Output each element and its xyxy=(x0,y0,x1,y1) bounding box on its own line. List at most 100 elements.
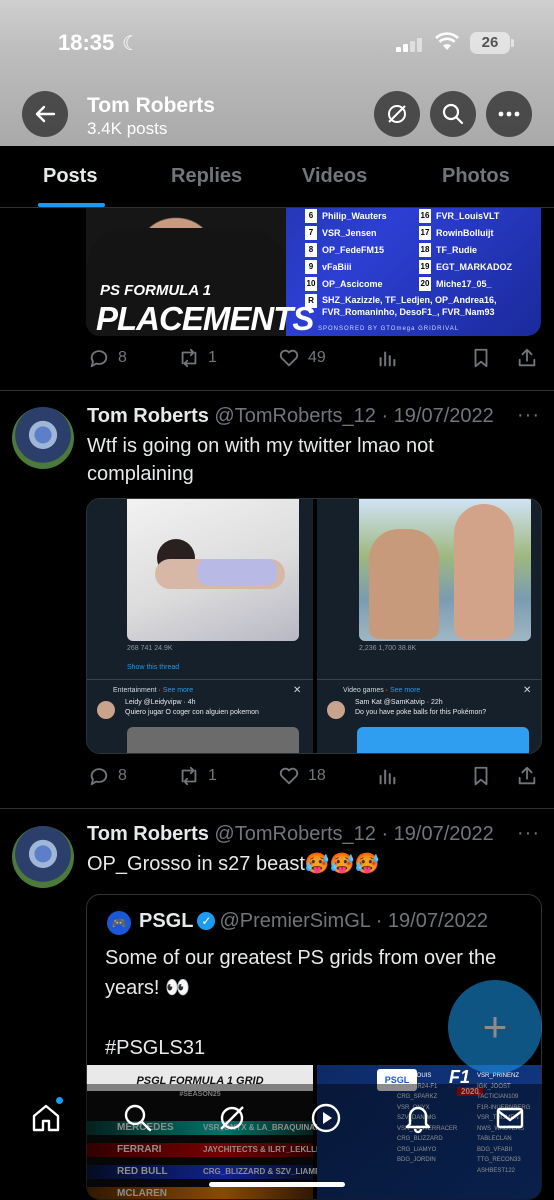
media-user: Leidy @Leidyvipw · 4h xyxy=(125,699,196,706)
media-image-right[interactable]: 2,236 1,700 38.8K Video games · See more… xyxy=(317,499,541,753)
category-label: Entertainment · xyxy=(113,687,163,694)
messages-mail-icon[interactable] xyxy=(494,1102,526,1134)
profile-tabs: Posts Replies Videos Photos xyxy=(0,146,554,208)
wifi-icon xyxy=(435,32,459,50)
position-number: 6 xyxy=(305,209,317,223)
media-image-left[interactable]: 268 741 24.9K Show this thread Entertain… xyxy=(87,499,313,753)
more-horizontal-icon xyxy=(498,111,520,117)
status-time: 18:35 xyxy=(58,30,115,55)
post-divider xyxy=(0,390,554,391)
tweet-text: OP_Grosso in s27 beast🥵🥵🥵 xyxy=(87,853,380,875)
like-button[interactable]: 49 xyxy=(278,347,326,369)
position-number: 7 xyxy=(305,226,317,240)
search-icon[interactable] xyxy=(122,1102,154,1134)
tweet-media[interactable]: 268 741 24.9K Show this thread Entertain… xyxy=(86,498,542,754)
status-bar: 18:35 ☾ 26 xyxy=(0,26,554,60)
driver-name: OP_Ascicome xyxy=(322,279,383,289)
profile-name: Tom Roberts xyxy=(87,94,215,117)
see-more-link: See more xyxy=(162,687,194,694)
repost-button[interactable]: 1 xyxy=(178,347,217,369)
avatar xyxy=(97,701,115,719)
quote-header: PSGL ✓ @PremierSimGL · 19/07/2022 xyxy=(139,910,488,933)
verified-badge-icon: ✓ xyxy=(197,912,216,930)
placements-row: 8 OP_FedeFM15 18 TF_Rudie xyxy=(305,242,535,259)
media-divider xyxy=(317,679,541,680)
position-number: 18 xyxy=(419,243,431,257)
post-actions: 8 1 49 xyxy=(86,347,542,373)
arrow-left-icon xyxy=(35,105,56,123)
tweet-header: Tom Roberts @TomRoberts_12 · 19/07/2022 xyxy=(87,405,494,428)
cellular-signal-icon xyxy=(396,36,424,52)
views-button[interactable] xyxy=(376,765,398,787)
home-indicator xyxy=(209,1182,345,1187)
close-icon: ✕ xyxy=(293,685,302,696)
driver-name: EGT_MARKADOZ xyxy=(436,262,512,272)
repost-icon xyxy=(181,348,197,368)
close-icon: ✕ xyxy=(523,685,532,696)
share-button[interactable] xyxy=(516,765,538,787)
media-text: Quiero jugar O coger con alguien pokemon xyxy=(125,709,259,716)
placements-sponsors: SPONSORED BY GTOmega GRIDRIVAL xyxy=(318,326,460,332)
tweet-more-icon[interactable]: ··· xyxy=(517,822,540,845)
notifications-bell-icon[interactable] xyxy=(402,1102,434,1134)
media-category: Video games · See more xyxy=(343,687,420,694)
media-stats: 268 741 24.9K xyxy=(127,645,173,652)
driver-name: RowinBolluijt xyxy=(436,228,494,238)
video-play-icon[interactable] xyxy=(310,1102,342,1134)
share-button[interactable] xyxy=(516,347,538,369)
like-button[interactable]: 18 xyxy=(278,765,326,787)
bookmark-button[interactable] xyxy=(470,765,492,787)
profile-post-count: 3.4K posts xyxy=(87,119,168,138)
compose-button[interactable]: + xyxy=(448,980,542,1074)
placements-row: 7 VSR_Jensen 17 RowinBolluijt xyxy=(305,225,535,242)
tweet-more-icon[interactable]: ··· xyxy=(517,404,540,427)
reserve-label: R xyxy=(305,294,317,308)
repost-count: 1 xyxy=(208,767,217,784)
tab-videos[interactable]: Videos xyxy=(302,165,367,188)
placements-grid: 6 Philip_Wauters 16 FVR_LouisVLT 7 VSR_Jens… xyxy=(305,208,535,276)
position-number: 9 xyxy=(305,260,317,274)
quote-handle-date: @PremierSimGL · 19/07/2022 xyxy=(219,910,489,932)
placements-title-line2: PLACEMENTS xyxy=(96,300,314,336)
tweet-handle-date: @TomRoberts_12 · 19/07/2022 xyxy=(214,823,494,845)
profile-header: 18:35 ☾ 26 Tom Roberts 3.4K posts xyxy=(0,0,554,146)
tab-photos[interactable]: Photos xyxy=(442,165,510,188)
search-button[interactable] xyxy=(430,91,476,137)
views-button[interactable] xyxy=(376,347,398,369)
bookmark-button[interactable] xyxy=(470,347,492,369)
media-text: Do you have poke balls for this Pokémon? xyxy=(355,709,487,716)
media-thumbnail xyxy=(127,727,299,753)
tab-replies[interactable]: Replies xyxy=(171,165,242,188)
tweet-author-name[interactable]: Tom Roberts xyxy=(87,405,209,427)
more-options-button[interactable] xyxy=(486,91,532,137)
home-icon[interactable] xyxy=(30,1102,62,1134)
reply-button[interactable]: 8 xyxy=(88,347,127,369)
position-number: 8 xyxy=(305,243,317,257)
avatar xyxy=(327,701,345,719)
do-not-disturb-icon: ☾ xyxy=(122,33,140,55)
reply-icon xyxy=(90,350,108,368)
share-icon xyxy=(518,348,536,367)
tab-posts[interactable]: Posts xyxy=(43,165,97,188)
placements-row: 6 Philip_Wauters 16 FVR_LouisVLT xyxy=(305,208,535,225)
psgl-logo-icon: 🎮 xyxy=(107,911,131,935)
grok-icon[interactable] xyxy=(216,1102,248,1134)
avatar[interactable] xyxy=(12,407,74,469)
post-divider xyxy=(0,808,554,809)
placements-row: 10 OP_Ascicome 20 Miche17_05_ xyxy=(305,276,535,293)
repost-button[interactable]: 1 xyxy=(178,765,217,787)
reserve-drivers: SHZ_Kazizzle, TF_Ledjen, OP_Andrea16, FV… xyxy=(322,295,497,317)
driver-name: Miche17_05_ xyxy=(436,279,492,289)
back-button[interactable] xyxy=(22,91,68,137)
avatar[interactable] xyxy=(12,826,74,888)
share-icon xyxy=(518,766,536,785)
position-number: 16 xyxy=(419,209,431,223)
active-tab-indicator xyxy=(38,203,105,207)
media-stats: 2,236 1,700 38.8K xyxy=(359,645,417,652)
bookmark-icon xyxy=(474,766,488,786)
reply-count: 8 xyxy=(118,349,127,366)
tweet-author-name[interactable]: Tom Roberts xyxy=(87,823,209,845)
reply-button[interactable]: 8 xyxy=(88,765,127,787)
post-image-placements[interactable]: PS FORMULA 1 PLACEMENTS 6 Philip_Wauters … xyxy=(86,208,541,336)
grok-button[interactable] xyxy=(374,91,420,137)
